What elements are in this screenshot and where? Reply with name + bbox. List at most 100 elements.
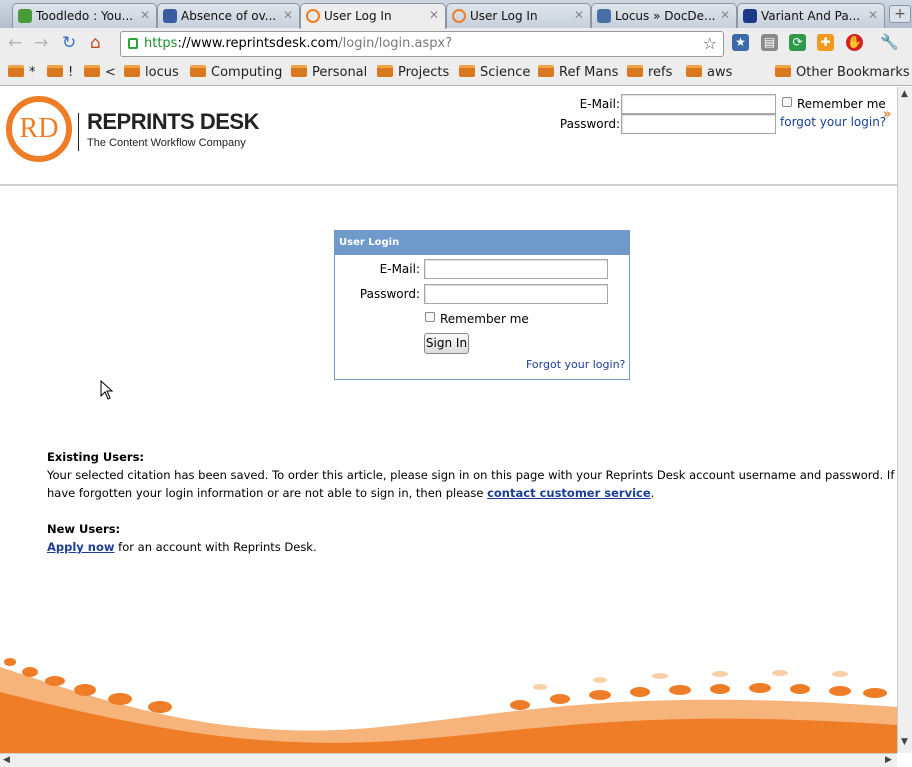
contact-customer-service-link[interactable]: contact customer service [487, 486, 651, 500]
other-bookmarks[interactable]: Other Bookmarks [775, 65, 910, 80]
header-email-label: E-Mail: [579, 97, 620, 111]
mouse-cursor-icon [100, 380, 114, 400]
login-box-title: User Login [335, 231, 629, 255]
apply-now-link[interactable]: Apply now [47, 540, 115, 554]
remember-checkbox[interactable] [425, 312, 435, 322]
close-tab-icon[interactable]: ✕ [574, 8, 584, 22]
folder-icon [47, 65, 63, 77]
extension-green-icon[interactable]: ⟳ [789, 34, 806, 51]
header-email-input[interactable] [621, 94, 776, 114]
close-tab-icon[interactable]: ✕ [720, 8, 730, 22]
bookmark-folder[interactable]: * [8, 65, 36, 80]
browser-toolbar: ← → ↻ ⌂ https://www.reprintsdesk.com/log… [0, 28, 912, 60]
bookmark-label: aws [707, 65, 733, 80]
vertical-scrollbar[interactable]: ▲ ▼ [897, 87, 912, 753]
remember-label: Remember me [440, 312, 529, 326]
bookmark-label: Science [480, 65, 531, 80]
folder-icon [84, 65, 100, 77]
extension-orange-icon[interactable]: ✚ [817, 34, 834, 51]
folder-icon [459, 65, 475, 77]
close-tab-icon[interactable]: ✕ [283, 8, 293, 22]
adblock-icon[interactable]: ✋ [846, 34, 863, 51]
bookmark-star-icon[interactable]: ☆ [703, 34, 717, 53]
horizontal-scrollbar[interactable]: ◀ ▶ [0, 753, 897, 767]
bookmark-folder[interactable]: Science [459, 65, 530, 80]
bookmark-folder[interactable]: refs [627, 65, 672, 80]
folder-icon [190, 65, 206, 77]
tab-title: Absence of ov... [181, 9, 277, 23]
scroll-right-icon[interactable]: ▶ [885, 755, 892, 765]
close-tab-icon[interactable]: ✕ [429, 8, 439, 22]
close-tab-icon[interactable]: ✕ [140, 8, 150, 22]
folder-icon [686, 65, 702, 77]
bookmark-folder[interactable]: Computing [190, 65, 282, 80]
scroll-left-icon[interactable]: ◀ [3, 755, 10, 765]
logo-divider [78, 113, 79, 151]
tab-title: User Log In [324, 9, 392, 23]
url-host: ://www.reprintsdesk.com [177, 36, 339, 51]
close-tab-icon[interactable]: ✕ [868, 8, 878, 22]
reprints-desk-logo-icon[interactable]: RD [6, 96, 72, 162]
bookmark-label: ! [68, 65, 74, 80]
bookmark-label: Computing [211, 65, 283, 80]
bookmark-folder[interactable]: Ref Mans [538, 65, 618, 80]
back-arrow-icon[interactable]: ← [8, 33, 22, 53]
bookmark-label: Other Bookmarks [796, 65, 910, 80]
tab-locus[interactable]: Locus » DocDe... ✕ [591, 3, 737, 28]
scroll-up-icon[interactable]: ▲ [901, 89, 908, 99]
tab-title: Variant And Pa... [761, 9, 861, 23]
bookmarks-bar: * ! < locus Computing Personal Projects … [0, 60, 912, 86]
bookmark-folder[interactable]: aws [686, 65, 732, 80]
folder-icon [8, 65, 24, 77]
forgot-login-link[interactable]: Forgot your login? [526, 358, 625, 371]
password-label: Password: [359, 287, 420, 301]
sign-in-button[interactable]: Sign In [424, 333, 469, 354]
brand-name[interactable]: REPRINTS DESK [87, 109, 259, 135]
lock-icon [128, 38, 138, 49]
login-box: User Login E-Mail: Password: Remember me… [334, 230, 630, 380]
url-path: /login/login.aspx? [338, 36, 453, 51]
bookmark-folder[interactable]: < [84, 65, 116, 80]
forward-arrow-icon[interactable]: → [34, 33, 48, 53]
wrench-icon[interactable]: 🔧 [880, 34, 899, 51]
password-input[interactable] [424, 284, 608, 304]
page-favicon-icon [163, 9, 177, 23]
home-icon[interactable]: ⌂ [90, 33, 101, 53]
info-section: Existing Users: Your selected citation h… [47, 448, 897, 556]
tab-variant[interactable]: Variant And Pa... ✕ [737, 3, 885, 28]
bookmark-folder[interactable]: Personal [291, 65, 367, 80]
address-bar[interactable]: https://www.reprintsdesk.com/login/login… [120, 31, 724, 57]
new-tab-button[interactable]: + [889, 5, 911, 23]
bookmark-label: Projects [398, 65, 450, 80]
bookmark-folder[interactable]: locus [124, 65, 179, 80]
new-users-heading: New Users: [47, 522, 121, 536]
folder-icon [627, 65, 643, 77]
tab-user-login-active[interactable]: User Log In ✕ [300, 3, 446, 29]
scroll-down-icon[interactable]: ▼ [901, 737, 908, 747]
bookmark-label: Ref Mans [559, 65, 619, 80]
tab-absence[interactable]: Absence of ov... ✕ [157, 3, 300, 28]
tab-title: Locus » DocDe... [615, 9, 716, 23]
header-forgot-link[interactable]: forgot your login? [780, 115, 886, 129]
bookmark-label: < [105, 65, 116, 80]
header-password-input[interactable] [621, 114, 776, 134]
tab-toodledo[interactable]: Toodledo : You... ✕ [12, 3, 157, 28]
brand-tagline: The Content Workflow Company [87, 137, 246, 149]
existing-users-text-line-2: have forgotten your login information or… [47, 486, 488, 500]
email-label: E-Mail: [379, 262, 420, 276]
new-users-text: for an account with Reprints Desk. [114, 540, 317, 554]
email-input[interactable] [424, 259, 608, 279]
variant-favicon-icon [743, 9, 757, 23]
bookmark-manager-icon[interactable]: ★ [732, 34, 749, 51]
reload-icon[interactable]: ↻ [62, 33, 76, 53]
decorative-orange-waves [0, 658, 897, 753]
header-remember-label: Remember me [797, 97, 886, 111]
bookmark-folder[interactable]: ! [47, 65, 73, 80]
tab-user-login[interactable]: User Log In ✕ [446, 3, 591, 28]
existing-users-period: . [650, 486, 655, 500]
header-remember-checkbox[interactable] [782, 97, 792, 107]
bookmark-label: refs [648, 65, 673, 80]
folder-icon [377, 65, 393, 77]
extension-gray-icon[interactable]: ▤ [761, 34, 778, 51]
bookmark-folder[interactable]: Projects [377, 65, 449, 80]
